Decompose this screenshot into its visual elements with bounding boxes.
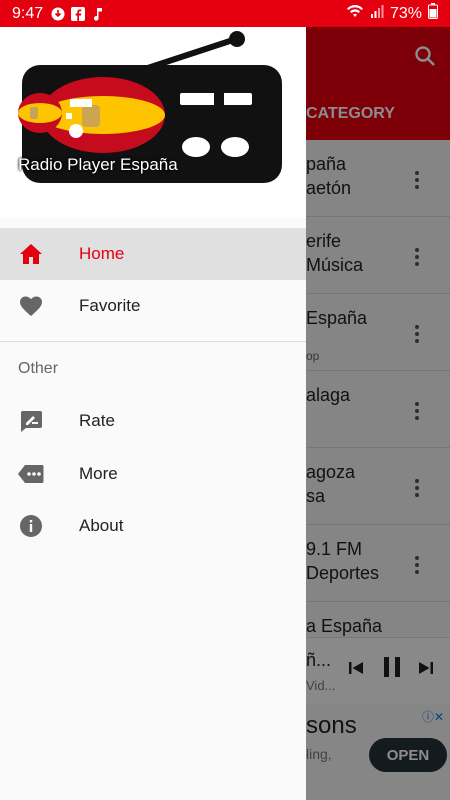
more-icon <box>18 461 44 487</box>
menu-item-about[interactable]: About <box>0 500 306 552</box>
menu-item-label: About <box>79 516 124 535</box>
menu-item-label: Favorite <box>79 296 141 315</box>
heart-icon <box>18 293 44 319</box>
menu-item-favorite[interactable]: Favorite <box>0 280 306 332</box>
menu-item-home[interactable]: Home <box>0 228 306 280</box>
rate-icon <box>18 408 44 434</box>
wifi-icon <box>346 4 364 23</box>
battery-icon <box>428 3 438 24</box>
battery-percent: 73% <box>389 4 422 22</box>
status-bar: 9:47 73% <box>0 0 450 27</box>
menu-item-label: Home <box>79 244 125 263</box>
download-icon <box>51 7 65 21</box>
facebook-icon <box>71 6 86 21</box>
menu-item-label: More <box>79 464 118 483</box>
menu-item-rate[interactable]: Rate <box>0 395 306 447</box>
status-time: 9:47 <box>12 4 44 22</box>
section-title-other: Other <box>18 360 59 377</box>
menu-item-label: Rate <box>79 411 115 430</box>
signal-icon <box>370 4 384 23</box>
navigation-drawer: Radio Player España Home Favorite Other … <box>0 27 306 800</box>
drawer-header: Radio Player España <box>0 27 306 218</box>
drawer-app-title: Radio Player España <box>18 155 178 174</box>
status-right: 73% <box>346 3 438 24</box>
home-icon <box>18 241 44 267</box>
info-icon <box>18 513 44 539</box>
radio-logo <box>18 31 282 183</box>
music-note-icon <box>91 7 105 21</box>
drawer-divider <box>0 341 306 342</box>
menu-item-more[interactable]: More <box>0 448 306 500</box>
